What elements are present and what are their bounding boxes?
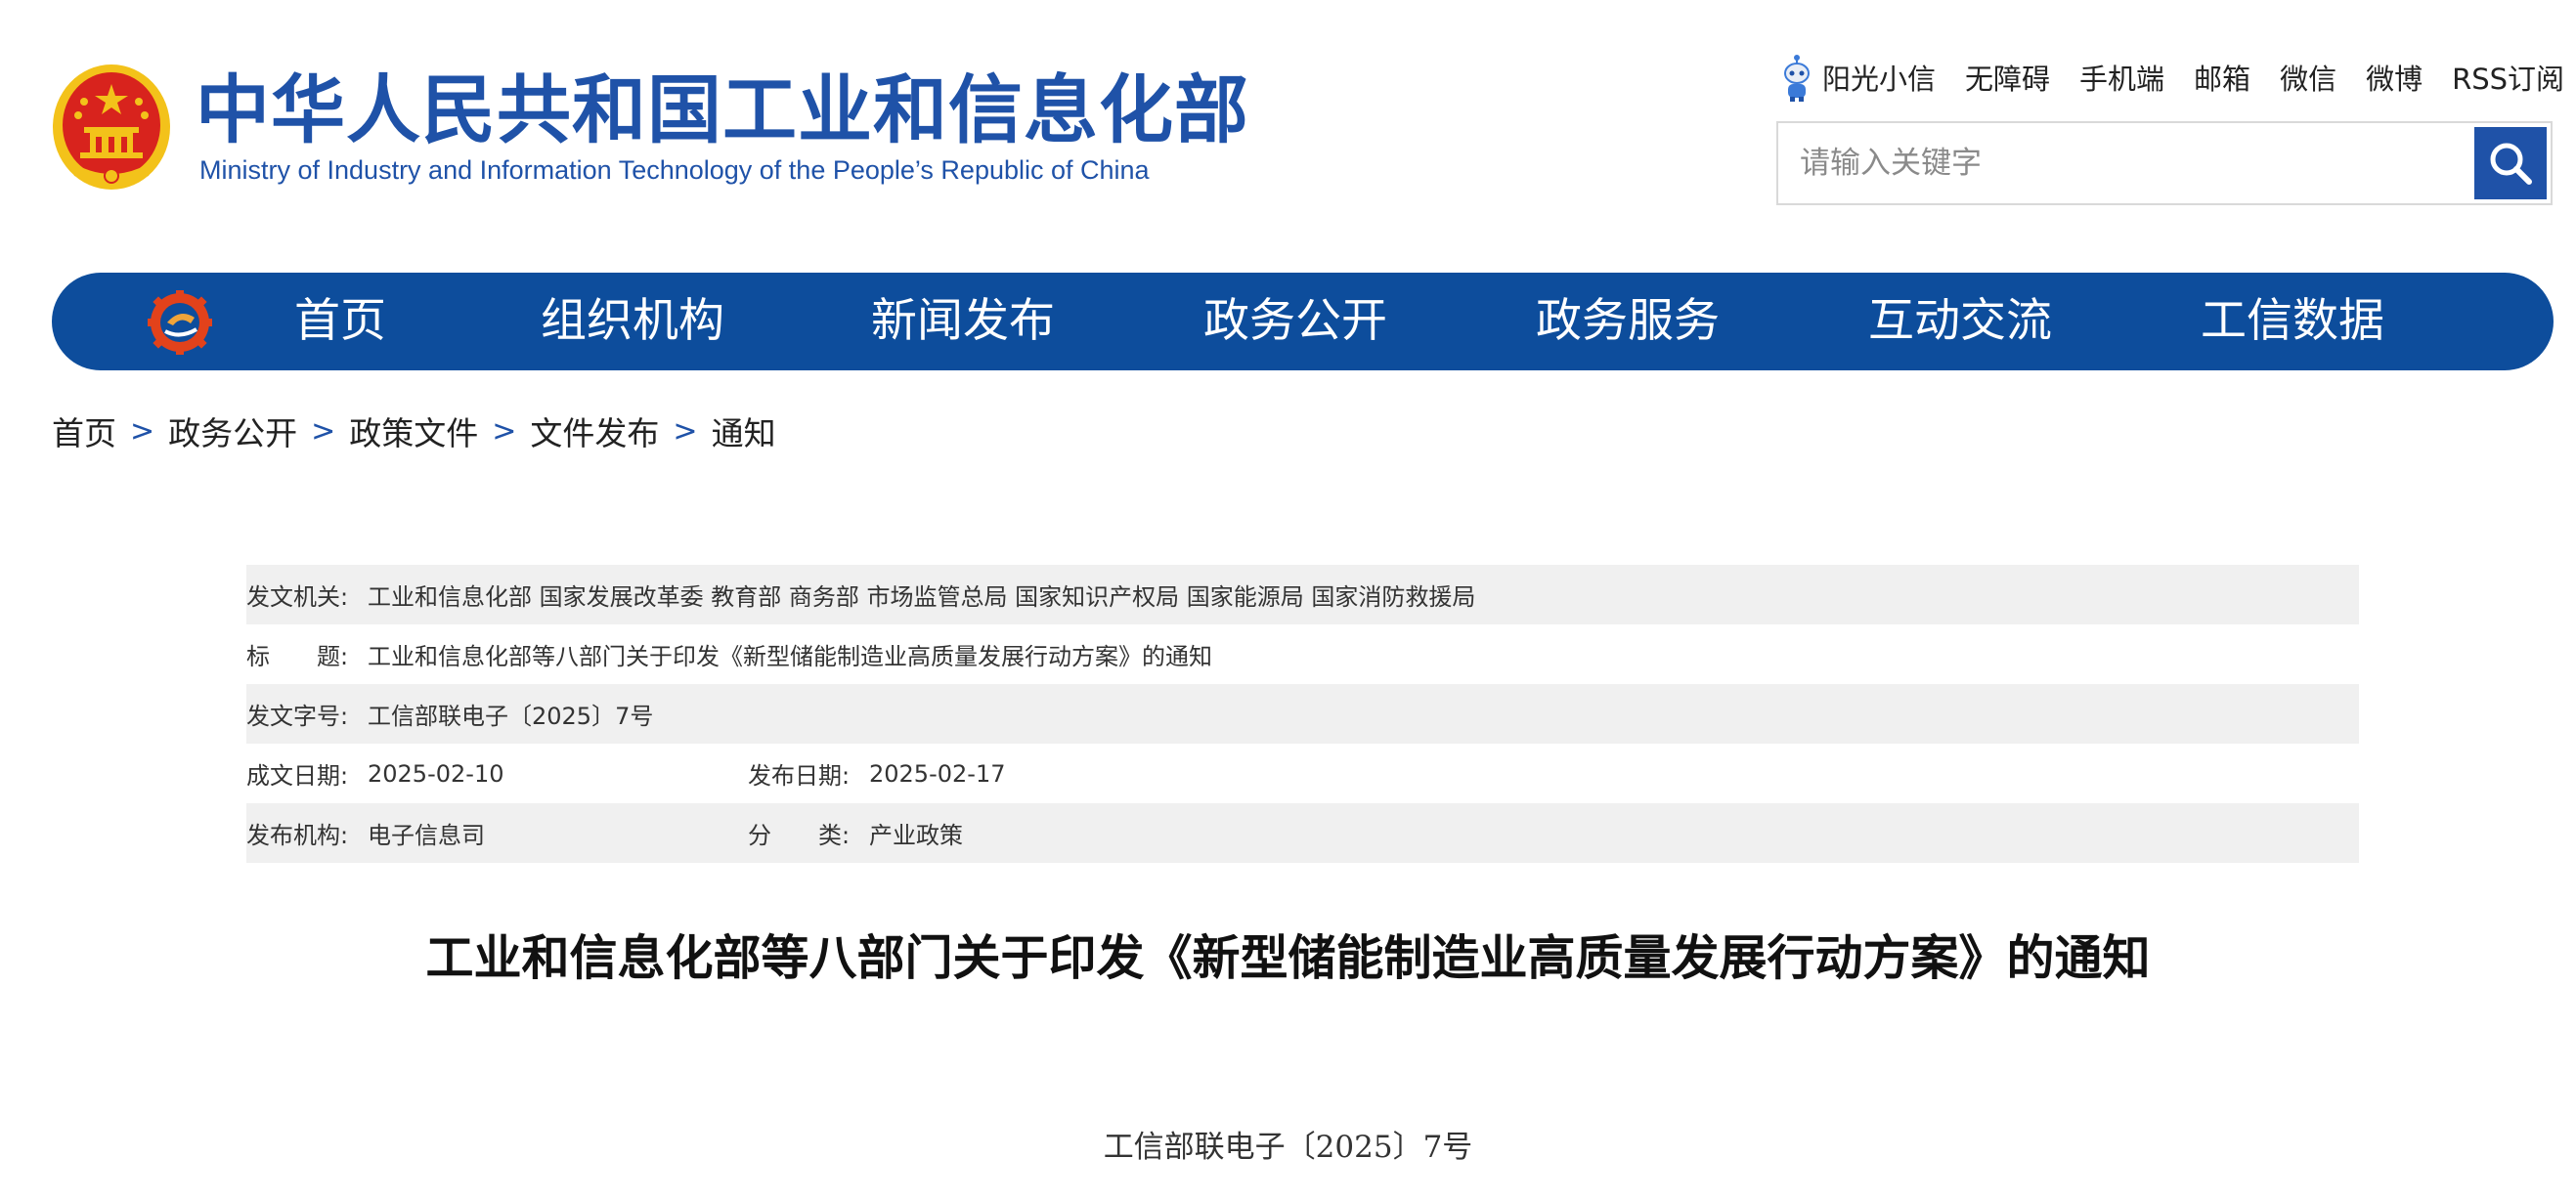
- site-header: 中华人民共和国工业和信息化部 Ministry of Industry and …: [0, 0, 2576, 254]
- info-value: 产业政策: [869, 822, 963, 849]
- info-cell-publisher: 发布机构: 电子信息司: [246, 803, 485, 863]
- info-value: 工业和信息化部 国家发展改革委 教育部 商务部 市场监管总局 国家知识产权局 国…: [368, 583, 1476, 611]
- info-label: 发文机关:: [246, 583, 349, 611]
- breadcrumb-separator: >: [130, 413, 155, 449]
- info-row-doc-number: 发文字号: 工信部联电子〔2025〕7号: [246, 684, 2359, 744]
- info-row-title: 标 题: 工业和信息化部等八部门关于印发《新型储能制造业高质量发展行动方案》的通…: [246, 624, 2359, 684]
- info-row-issuing-org: 发文机关: 工业和信息化部 国家发展改革委 教育部 商务部 市场监管总局 国家知…: [246, 565, 2359, 624]
- robot-mascot-icon[interactable]: [1779, 52, 1814, 103]
- nav-interaction[interactable]: 互动交流: [1868, 273, 2052, 370]
- nav-data[interactable]: 工信数据: [2201, 273, 2384, 370]
- search-input[interactable]: [1778, 123, 2472, 203]
- document-number: 工信部联电子〔2025〕7号: [1103, 1130, 1473, 1165]
- link-sunshine-xiaoxin[interactable]: 阳光小信: [1822, 57, 1936, 98]
- breadcrumb: 首页 > 政务公开 > 政策文件 > 文件发布 > 通知: [52, 408, 776, 453]
- nav-gov-services[interactable]: 政务服务: [1536, 273, 1720, 370]
- national-emblem-icon[interactable]: [51, 63, 172, 192]
- breadcrumb-file-release[interactable]: 文件发布: [530, 407, 659, 454]
- link-mobile[interactable]: 手机端: [2079, 57, 2164, 98]
- document-title: 工业和信息化部等八部门关于印发《新型储能制造业高质量发展行动方案》的通知: [425, 930, 2151, 986]
- search-button[interactable]: [2474, 127, 2547, 199]
- info-row-publisher: 发布机构: 电子信息司 分 类: 产业政策: [246, 803, 2359, 863]
- top-links: 阳光小信 无障碍 手机端 邮箱 微信 微博 RSS订阅: [1779, 52, 2564, 103]
- nav-organization[interactable]: 组织机构: [541, 273, 724, 370]
- info-cell-publish-date: 发布日期: 2025-02-17: [748, 744, 1005, 803]
- info-label: 发布日期:: [748, 762, 851, 790]
- main-nav: 首页 组织机构 新闻发布 政务公开 政务服务 互动交流 工信数据: [52, 273, 2554, 370]
- nav-gov-affairs[interactable]: 政务公开: [1203, 273, 1387, 370]
- breadcrumb-gov-affairs[interactable]: 政务公开: [168, 407, 297, 454]
- search-box: [1776, 121, 2553, 205]
- breadcrumb-separator: >: [673, 413, 698, 449]
- breadcrumb-separator: >: [492, 413, 517, 449]
- link-wechat[interactable]: 微信: [2280, 57, 2336, 98]
- info-label: 标 题:: [246, 643, 349, 670]
- site-title-en[interactable]: Ministry of Industry and Information Tec…: [199, 154, 1150, 186]
- info-value: 工业和信息化部等八部门关于印发《新型储能制造业高质量发展行动方案》的通知: [368, 643, 1212, 670]
- breadcrumb-home[interactable]: 首页: [52, 407, 116, 454]
- link-rss[interactable]: RSS订阅: [2452, 57, 2564, 98]
- info-value: 2025-02-10: [368, 759, 504, 788]
- document-info-table: 发文机关: 工业和信息化部 国家发展改革委 教育部 商务部 市场监管总局 国家知…: [246, 565, 2359, 863]
- miit-logo-icon[interactable]: [146, 290, 214, 355]
- info-row-dates: 成文日期: 2025-02-10 发布日期: 2025-02-17: [246, 744, 2359, 803]
- breadcrumb-notice[interactable]: 通知: [712, 407, 776, 454]
- info-label: 成文日期:: [246, 762, 349, 790]
- info-label: 发文字号:: [246, 703, 349, 730]
- site-title-cn[interactable]: 中华人民共和国工业和信息化部: [196, 66, 1249, 154]
- info-cell-category: 分 类: 产业政策: [748, 803, 963, 863]
- info-label: 发布机构:: [246, 822, 349, 849]
- info-value: 电子信息司: [368, 822, 485, 849]
- breadcrumb-separator: >: [311, 413, 336, 449]
- link-mailbox[interactable]: 邮箱: [2194, 57, 2250, 98]
- link-accessibility[interactable]: 无障碍: [1965, 57, 2050, 98]
- nav-home[interactable]: 首页: [294, 273, 386, 370]
- info-value: 工信部联电子〔2025〕7号: [368, 703, 654, 730]
- link-weibo[interactable]: 微博: [2366, 57, 2423, 98]
- breadcrumb-policy-files[interactable]: 政策文件: [349, 407, 478, 454]
- info-label: 分 类:: [748, 822, 851, 849]
- info-cell-written-date: 成文日期: 2025-02-10: [246, 744, 503, 803]
- search-icon: [2490, 143, 2532, 185]
- nav-news[interactable]: 新闻发布: [871, 273, 1055, 370]
- info-value: 2025-02-17: [869, 759, 1006, 788]
